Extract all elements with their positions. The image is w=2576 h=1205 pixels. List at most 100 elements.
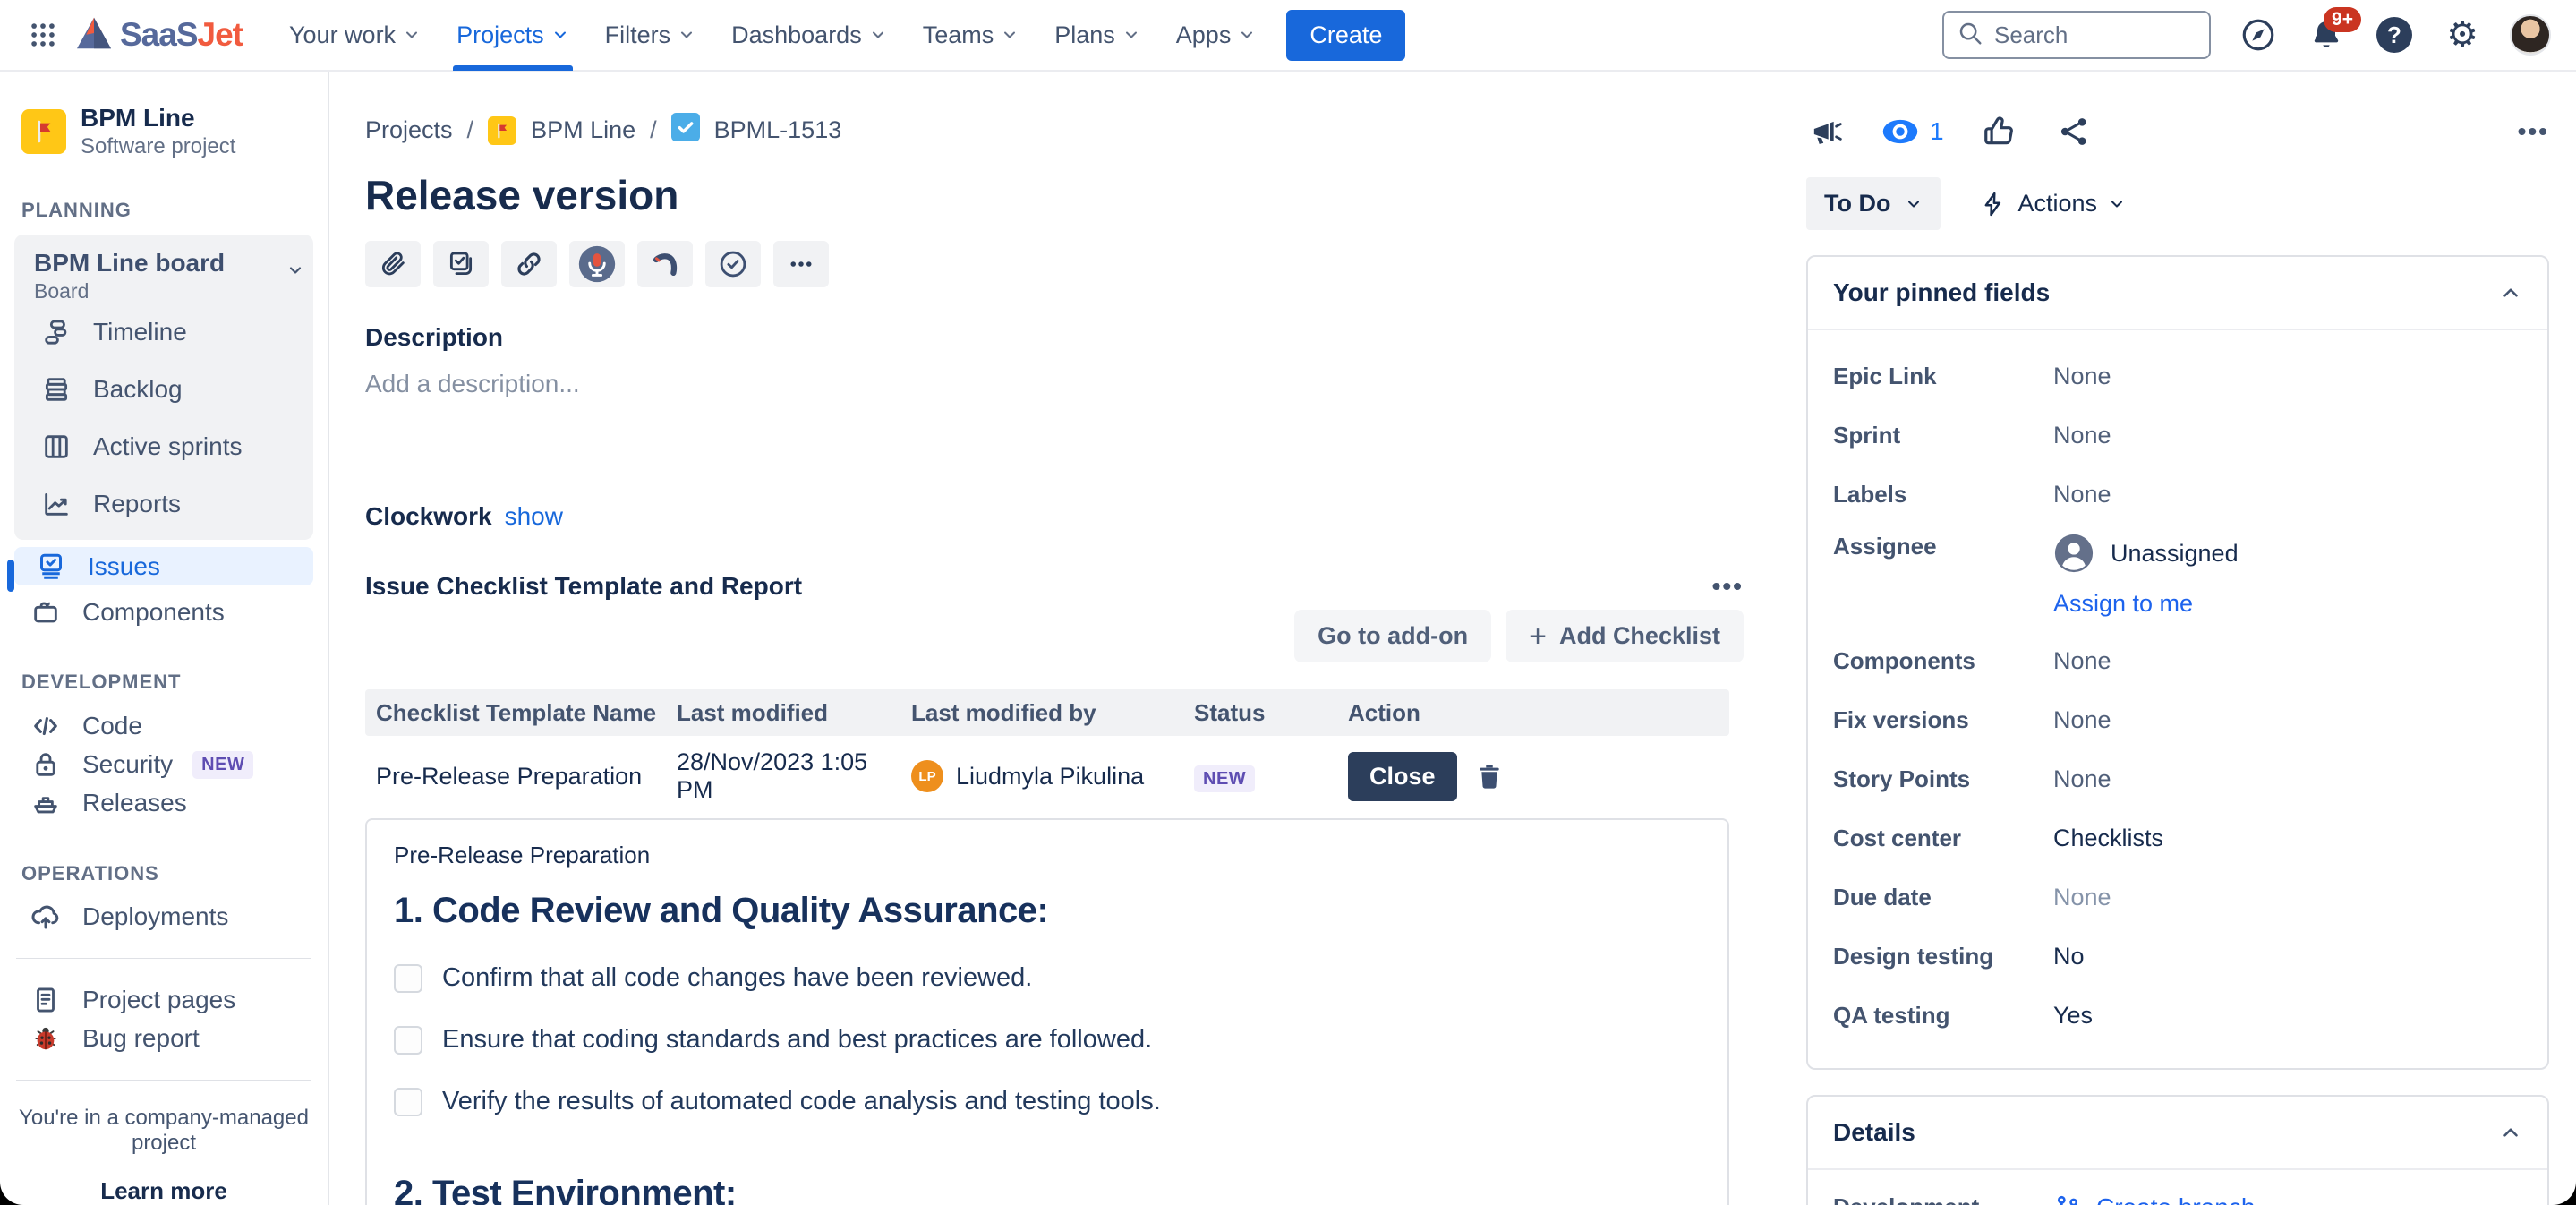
sidebar-item-components[interactable]: Components [9,593,319,631]
learn-more-link[interactable]: Learn more [9,1177,319,1205]
search-input[interactable] [1994,21,2173,49]
nav-teams[interactable]: Teams [908,0,1034,71]
goto-addon-button[interactable]: Go to add-on [1294,610,1491,662]
vote-thumbs-up-icon[interactable] [1978,111,2019,152]
help-icon[interactable]: ? [2374,14,2415,56]
link-button[interactable] [501,241,557,287]
clock-button[interactable] [705,241,761,287]
breadcrumb-project[interactable]: BPM Line [531,116,635,144]
more-actions-icon[interactable]: ••• [2518,117,2549,146]
field-epic-link: Epic Link None [1833,346,2522,406]
components-icon [29,595,63,629]
close-button[interactable]: Close [1348,752,1457,801]
field-development: Development Create branch Create commit [1833,1186,2522,1205]
issue-title[interactable]: Release version [365,171,1744,219]
lock-icon [29,748,63,782]
nav-your-work[interactable]: Your work [275,0,435,71]
collapse-chevron-icon[interactable] [2499,281,2522,304]
saasjet-logo-icon [75,16,113,55]
sidebar-item-project-pages[interactable]: Project pages [9,980,319,1019]
app-switcher-icon[interactable] [23,15,63,55]
delete-trash-icon[interactable] [1475,762,1504,791]
field-sprint: Sprint None [1833,406,2522,465]
chart-icon [39,487,73,521]
notifications-bell-icon[interactable]: 9+ [2306,14,2347,56]
checklist-section-2-title: 2. Test Environment: [394,1174,1701,1205]
checklist-more-icon[interactable]: ••• [1712,572,1744,601]
sidebar-item-active-sprints[interactable]: Active sprints [29,418,304,475]
chevron-down-icon [286,261,304,279]
nav-dashboards[interactable]: Dashboards [717,0,901,71]
checkbox[interactable] [394,1088,422,1116]
collapse-chevron-icon[interactable] [2499,1121,2522,1144]
pinned-fields-card: Your pinned fields Epic Link None Sprint… [1806,255,2549,1070]
search-icon [1957,20,1983,51]
field-story-points: Story Points None [1833,749,2522,808]
project-type: Software project [81,134,235,159]
description-placeholder[interactable]: Add a description... [365,370,1744,398]
checklist-template-table: Checklist Template Name Last modified La… [365,689,1729,816]
feedback-megaphone-icon[interactable] [1806,111,1847,152]
share-icon[interactable] [2053,111,2094,152]
actions-dropdown[interactable]: Actions [1980,190,2126,218]
sidebar-item-deployments[interactable]: Deployments [9,898,319,936]
status-badge: NEW [1194,765,1255,792]
sidebar-item-backlog[interactable]: Backlog [29,361,304,418]
managed-project-note: You're in a company-managed project [9,1106,319,1156]
chevron-down-icon [1905,195,1923,213]
sidebar-item-releases[interactable]: Releases [9,784,319,823]
create-branch-link[interactable]: Create branch [2053,1193,2522,1205]
sidebar-item-code[interactable]: Code [9,706,319,745]
boomerang-button[interactable] [637,241,693,287]
code-icon [29,709,63,743]
add-checklist-button[interactable]: +Add Checklist [1506,610,1744,662]
user-avatar[interactable] [2510,14,2551,56]
global-search[interactable] [1942,11,2211,59]
col-action: Action [1339,689,1729,736]
board-columns-icon [39,430,73,464]
col-last-modified-by: Last modified by [902,689,1185,736]
timeline-icon [39,315,73,349]
checklist-item: Ensure that coding standards and best pr… [394,1025,1701,1055]
sidebar-divider [16,1080,311,1081]
attach-button[interactable] [365,241,421,287]
breadcrumb-projects[interactable]: Projects [365,116,453,144]
checkbox[interactable] [394,964,422,993]
details-title: Details [1833,1118,1915,1147]
project-sidebar: BPM Line Software project PLANNING BPM L… [0,72,329,1205]
sidebar-item-security[interactable]: Security NEW [9,745,319,783]
more-actions-button[interactable] [773,241,829,287]
status-dropdown[interactable]: To Do [1806,177,1941,230]
checklist-item: Verify the results of automated code ana… [394,1087,1701,1116]
checklist-copy-button[interactable] [433,241,489,287]
board-selector[interactable]: BPM Line board Board [29,249,304,303]
cloud-upload-icon [29,900,63,934]
sidebar-item-issues[interactable]: Issues [14,547,313,585]
assign-to-me-link[interactable]: Assign to me [2053,590,2239,618]
sidebar-item-reports[interactable]: Reports [29,475,304,533]
breadcrumb-issue-key[interactable]: BPML-1513 [714,116,842,144]
create-button[interactable]: Create [1286,10,1405,61]
checkbox[interactable] [394,1026,422,1055]
nav-projects[interactable]: Projects [442,0,584,71]
clockwork-show-link[interactable]: show [505,502,563,531]
nav-apps[interactable]: Apps [1162,0,1271,71]
watchers[interactable]: 1 [1881,117,1944,146]
notification-count-badge: 9+ [2324,7,2361,32]
checklist-section-1-title: 1. Code Review and Quality Assurance: [394,891,1701,931]
sidebar-item-bug-report[interactable]: Bug report [9,1019,319,1057]
template-name-cell: Pre-Release Preparation [365,736,668,816]
discover-icon[interactable] [2238,14,2279,56]
voice-record-button[interactable] [569,241,625,287]
nav-plans[interactable]: Plans [1040,0,1155,71]
watchers-count: 1 [1930,117,1944,146]
sidebar-item-timeline[interactable]: Timeline [29,303,304,361]
field-assignee: Assignee Unassigned Assign to me [1833,524,2522,631]
assignee-value[interactable]: Unassigned [2053,533,2239,574]
saasjet-logo[interactable]: SaaSJet [75,16,243,55]
pinned-fields-title: Your pinned fields [1833,278,2050,307]
field-qa-testing: QA testing Yes [1833,986,2522,1045]
settings-gear-icon[interactable]: ⚙ [2442,14,2483,56]
nav-filters[interactable]: Filters [591,0,711,71]
table-row: Pre-Release Preparation 28/Nov/2023 1:05… [365,736,1729,816]
